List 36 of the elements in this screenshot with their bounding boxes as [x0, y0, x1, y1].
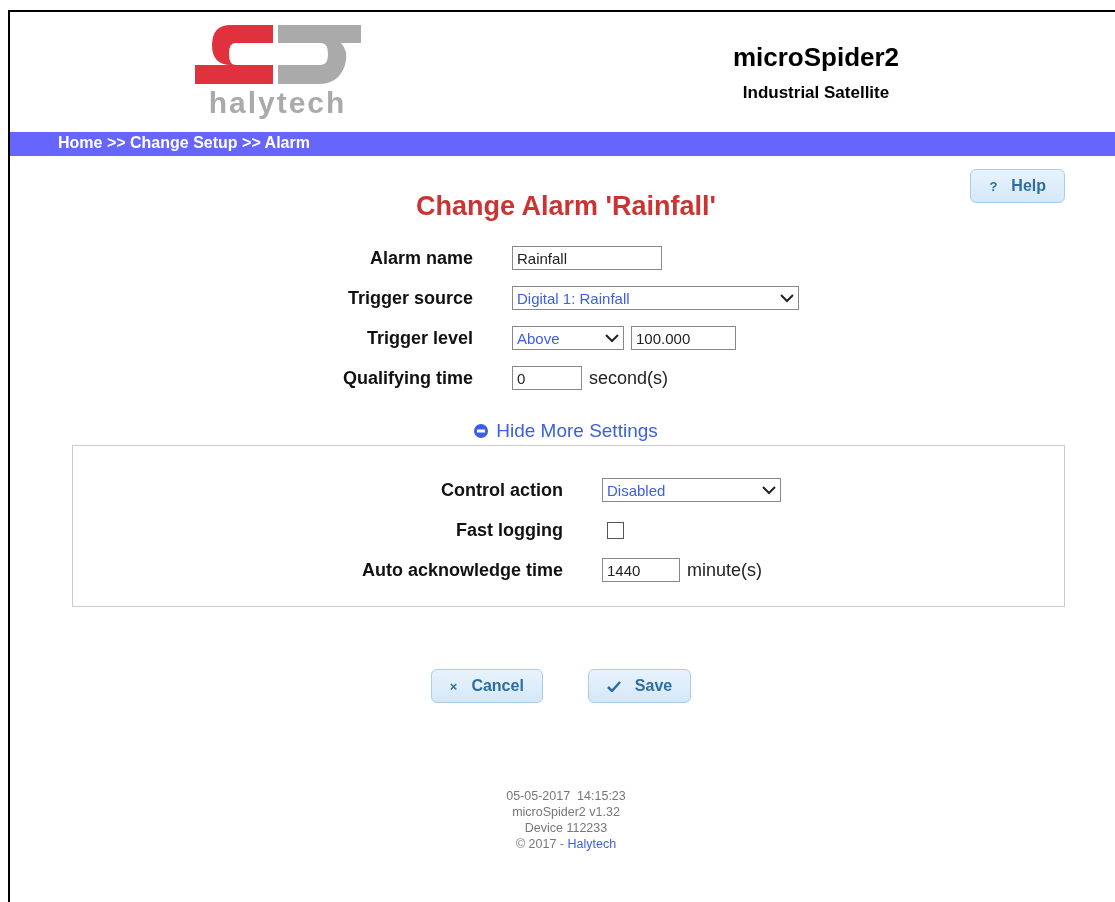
footer-text: microSpider2 v1.32: [512, 804, 620, 820]
input-field[interactable]: 1440: [602, 558, 680, 582]
dropdown[interactable]: Digital 1: Rainfall: [512, 286, 799, 310]
dropdown[interactable]: Disabled: [602, 478, 781, 502]
checkmark-icon: [606, 680, 621, 692]
field-label: Trigger source: [347, 287, 473, 310]
save-button[interactable]: Save: [587, 669, 692, 703]
device-subtitle: Industrial Satellite: [742, 82, 890, 103]
field-label: Control action: [441, 479, 563, 502]
cancel-button[interactable]: × Cancel: [430, 669, 543, 703]
device-title: microSpider2: [732, 41, 900, 73]
footer-text: Device 112233: [524, 820, 608, 836]
dropdown[interactable]: Above: [512, 326, 624, 350]
unit-label: minute(s): [687, 559, 762, 581]
footer-text: 05-05-2017 14:15:23: [506, 788, 626, 804]
field-label: Fast logging: [456, 519, 563, 542]
copyright-text: © 2017 - Halytech: [515, 836, 617, 852]
company-logo: halytech: [194, 25, 361, 119]
chevron-down-icon: [762, 485, 776, 495]
help-button[interactable]: ? Help: [970, 169, 1065, 203]
input-field[interactable]: 0: [512, 366, 582, 390]
hide-settings-link[interactable]: Hide More Settings: [474, 420, 658, 442]
checkbox[interactable]: [607, 521, 624, 539]
input-field[interactable]: 100.000: [631, 326, 736, 350]
company-link[interactable]: Halytech: [567, 837, 617, 851]
field-label: Auto acknowledge time: [361, 559, 563, 582]
unit-label: second(s): [589, 367, 669, 389]
chevron-down-icon: [780, 293, 794, 303]
breadcrumb: Home >> Change Setup >> Alarm: [10, 132, 1115, 156]
input-field[interactable]: Rainfall: [512, 246, 662, 270]
minus-circle-icon: [474, 424, 489, 438]
field-label: Trigger level: [366, 327, 473, 350]
field-label: Alarm name: [369, 247, 473, 270]
page-heading: Change Alarm 'Rainfall': [416, 190, 716, 222]
field-label: Qualifying time: [342, 367, 473, 390]
chevron-down-icon: [605, 333, 619, 343]
